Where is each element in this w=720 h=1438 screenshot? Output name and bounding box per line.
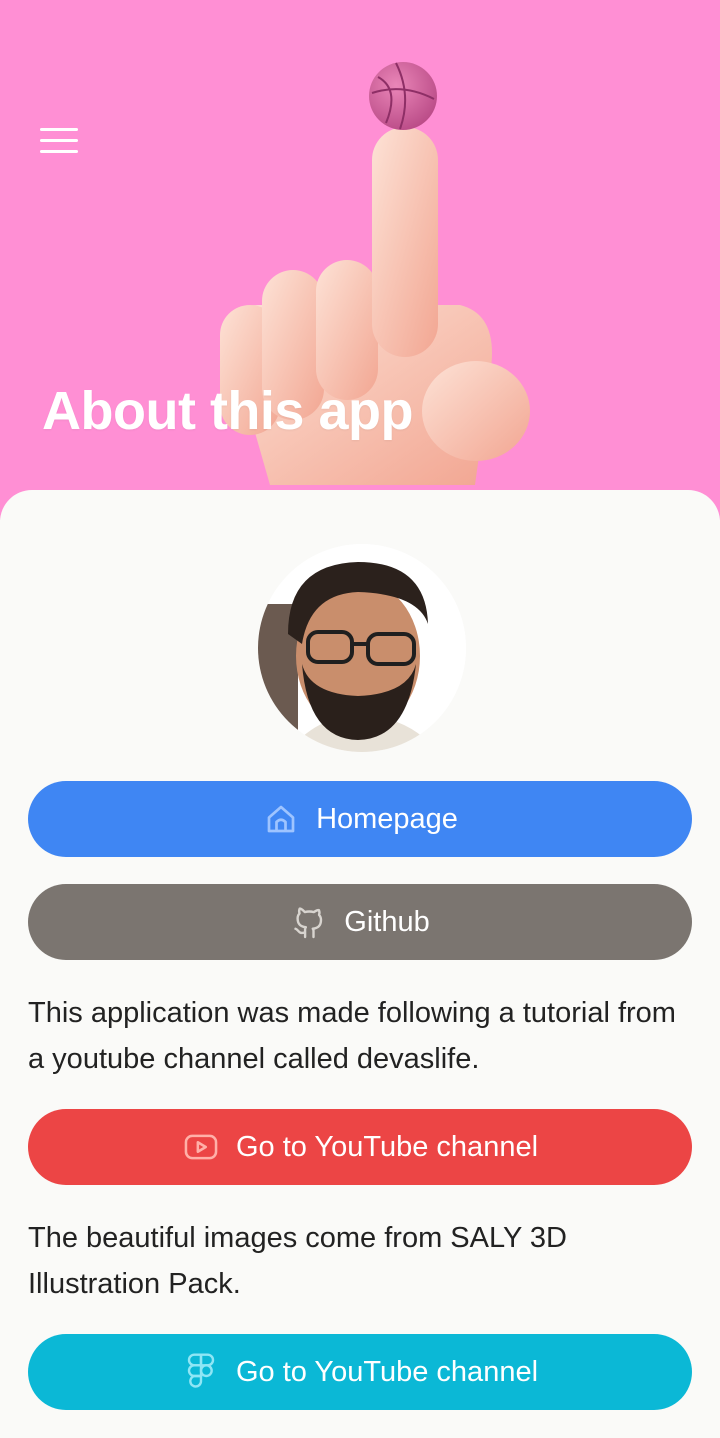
- hand-with-ball-illustration: [220, 62, 530, 485]
- hamburger-menu-icon: [40, 127, 78, 131]
- youtube-channel-button[interactable]: Go to YouTube channel: [28, 1109, 692, 1185]
- github-button-label: Github: [344, 905, 430, 938]
- figma-button[interactable]: Go to YouTube channel: [28, 1334, 692, 1410]
- youtube-channel-button-label: Go to YouTube channel: [235, 1130, 539, 1163]
- images-credit-text: The beautiful images come from SALY 3D I…: [28, 1222, 567, 1300]
- menu-button[interactable]: [40, 120, 86, 160]
- github-icon: [290, 903, 328, 941]
- figma-icon: [182, 1353, 220, 1391]
- avatar: [258, 544, 466, 752]
- youtube-icon: [182, 1128, 220, 1166]
- tutorial-credit-text: This application was made following a tu…: [28, 997, 676, 1075]
- homepage-button[interactable]: Homepage: [28, 781, 692, 857]
- homepage-button-label: Homepage: [316, 802, 458, 835]
- home-icon: [262, 800, 300, 838]
- page-title: About this app: [42, 381, 413, 441]
- figma-button-label: Go to YouTube channel: [235, 1355, 539, 1388]
- github-button[interactable]: Github: [28, 884, 692, 960]
- content-card: Homepage Github This application was mad…: [0, 490, 720, 1438]
- hero-header: About this app: [0, 0, 720, 520]
